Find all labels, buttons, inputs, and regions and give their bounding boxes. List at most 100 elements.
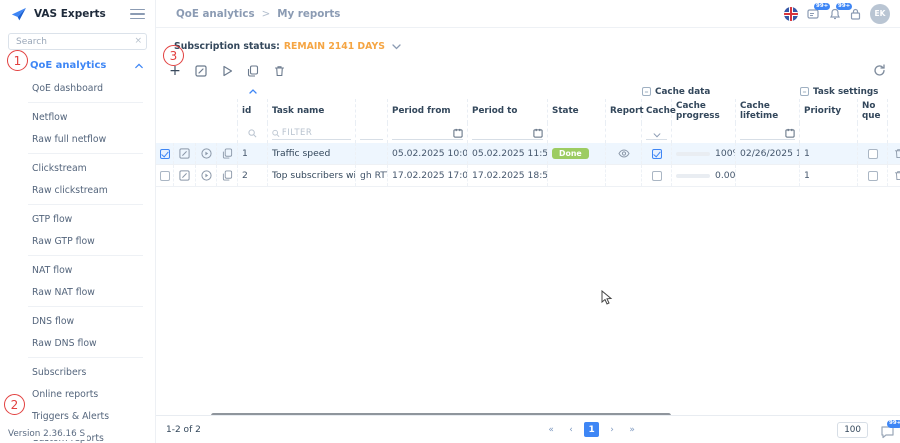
period-from-filter[interactable] — [392, 128, 463, 140]
no-queue-checkbox[interactable] — [868, 149, 878, 159]
sidebar-item-nat-flow[interactable]: NAT flow — [0, 259, 155, 281]
annotation-circle-1: 1 — [7, 50, 28, 71]
notifications-badge: 99+ — [836, 3, 852, 11]
cell-cache-lifetime — [736, 165, 800, 186]
sidebar-item-netflow[interactable]: Netflow — [0, 106, 155, 128]
support-chat-button[interactable]: 99+ — [880, 425, 895, 439]
row-edit-icon[interactable] — [174, 165, 196, 186]
column-header-report[interactable]: Report — [606, 99, 642, 123]
table-row[interactable]: 1 Traffic speed 05.02.2025 10:00 05.02.2… — [156, 143, 900, 165]
sidebar-item-raw-full-netflow[interactable]: Raw full netflow — [0, 128, 155, 150]
column-header-period-to[interactable]: Period to — [468, 99, 548, 123]
row-edit-icon[interactable] — [174, 143, 196, 164]
first-page-button[interactable]: « — [544, 423, 558, 437]
last-page-button[interactable]: » — [625, 423, 639, 437]
chat-badge: 99+ — [887, 420, 900, 428]
run-report-button[interactable] — [220, 64, 234, 78]
cache-checkbox[interactable] — [652, 171, 662, 181]
cell-cache-progress: 0.00% — [672, 165, 736, 186]
column-header-cache-lifetime[interactable]: Cache lifetime — [736, 99, 800, 123]
no-queue-checkbox[interactable] — [868, 171, 878, 181]
refresh-icon[interactable] — [873, 64, 886, 77]
reports-table: – Cache data – Task settings id Task nam… — [156, 84, 900, 187]
period-to-filter[interactable] — [472, 128, 543, 140]
column-header-id[interactable]: id — [238, 99, 268, 123]
cache-data-group-checkbox[interactable]: – — [642, 87, 651, 96]
row-select-checkbox[interactable] — [160, 171, 170, 181]
cache-filter-dropdown[interactable] — [646, 133, 667, 140]
prev-page-button[interactable]: ‹ — [564, 423, 578, 437]
hamburger-menu-icon[interactable] — [130, 6, 145, 23]
column-header-no-queue[interactable]: No que — [858, 99, 888, 123]
next-page-button[interactable]: › — [605, 423, 619, 437]
cell-period-from: 17.02.2025 17:00 — [388, 165, 468, 186]
column-header-cache-progress[interactable]: Cache progress — [672, 99, 736, 123]
cell-priority: 1 — [800, 165, 858, 186]
task-settings-group-header: – Task settings — [800, 87, 900, 97]
column-header-task-name[interactable]: Task name — [268, 99, 356, 123]
view-report-eye-icon[interactable] — [606, 143, 642, 164]
cache-checkbox[interactable] — [652, 149, 662, 159]
row-delete-icon[interactable] — [888, 143, 900, 164]
cell-overflow: gh RTT — [356, 165, 388, 186]
table-row[interactable]: 2 Top subscribers with high RTT gh RTT 1… — [156, 165, 900, 187]
cell-priority: 1 — [800, 143, 858, 164]
id-filter[interactable] — [238, 123, 268, 143]
chevron-down-icon[interactable] — [392, 44, 401, 50]
avatar[interactable]: EK — [870, 4, 890, 24]
sidebar-item-raw-dns-flow[interactable]: Raw DNS flow — [0, 332, 155, 354]
language-flag-icon[interactable] — [784, 7, 798, 21]
row-select-checkbox[interactable] — [160, 149, 170, 159]
sidebar-item-gtp-flow[interactable]: GTP flow — [0, 208, 155, 230]
sidebar-item-clickstream[interactable]: Clickstream — [0, 157, 155, 179]
edit-report-button[interactable] — [194, 64, 208, 78]
breadcrumb: QoE analytics > My reports — [176, 8, 784, 20]
pagination: « ‹ 1 › » — [346, 422, 837, 437]
row-delete-icon[interactable] — [888, 165, 900, 186]
chevron-up-icon — [135, 62, 143, 70]
lock-icon[interactable] — [850, 8, 861, 20]
breadcrumb-qoe-analytics[interactable]: QoE analytics — [176, 8, 255, 20]
row-copy-icon[interactable] — [217, 165, 238, 186]
sidebar-search-input[interactable] — [8, 33, 147, 50]
cell-cache-lifetime: 02/26/2025 16:35 — [736, 143, 800, 164]
sidebar-item-subscribers[interactable]: Subscribers — [0, 361, 155, 383]
row-run-icon[interactable] — [196, 165, 217, 186]
sort-asc-icon[interactable] — [238, 89, 268, 94]
copy-report-button[interactable] — [246, 64, 260, 78]
cell-task-name: Top subscribers with high RTT — [268, 165, 356, 186]
cell-id: 2 — [238, 165, 268, 186]
messages-icon[interactable]: 99+ — [807, 8, 820, 20]
sidebar-nav: QoE analytics QoE dashboard Netflow Raw … — [0, 54, 155, 443]
cell-state — [548, 165, 606, 186]
task-settings-group-checkbox[interactable]: – — [800, 87, 809, 96]
sidebar-item-qoe-dashboard[interactable]: QoE dashboard — [0, 77, 155, 99]
overflow-filter[interactable] — [360, 138, 383, 140]
cache-lifetime-filter[interactable] — [740, 128, 795, 140]
breadcrumb-my-reports[interactable]: My reports — [277, 8, 340, 20]
column-header-cache[interactable]: Cache — [642, 99, 672, 123]
version-label: Version 2.36.16 S — [6, 428, 87, 440]
cell-period-to: 05.02.2025 11:59 — [468, 143, 548, 164]
row-run-icon[interactable] — [196, 143, 217, 164]
sidebar-item-dns-flow[interactable]: DNS flow — [0, 310, 155, 332]
column-header-state[interactable]: State — [548, 99, 606, 123]
task-name-filter-input[interactable] — [282, 128, 351, 138]
sidebar-item-raw-nat-flow[interactable]: Raw NAT flow — [0, 281, 155, 303]
table-footer: 1-2 of 2 « ‹ 1 › » 100 99+ — [156, 415, 900, 443]
logo-text: VAS Experts — [34, 8, 123, 20]
cache-data-group-header: – Cache data — [642, 87, 800, 97]
column-header-priority[interactable]: Priority — [800, 99, 858, 123]
sidebar-item-raw-clickstream[interactable]: Raw clickstream — [0, 179, 155, 201]
search-clear-icon[interactable]: × — [134, 36, 142, 46]
row-copy-icon[interactable] — [217, 143, 238, 164]
page-size-selector[interactable]: 100 — [837, 422, 868, 438]
delete-report-button[interactable] — [272, 64, 286, 78]
notifications-icon[interactable]: 99+ — [829, 8, 841, 20]
add-report-button[interactable]: + — [168, 64, 182, 78]
top-header: QoE analytics > My reports 99+ 99+ EK — [156, 0, 900, 28]
column-header-period-from[interactable]: Period from — [388, 99, 468, 123]
current-page-button[interactable]: 1 — [584, 422, 599, 437]
sidebar-item-raw-gtp-flow[interactable]: Raw GTP flow — [0, 230, 155, 252]
cell-id: 1 — [238, 143, 268, 164]
